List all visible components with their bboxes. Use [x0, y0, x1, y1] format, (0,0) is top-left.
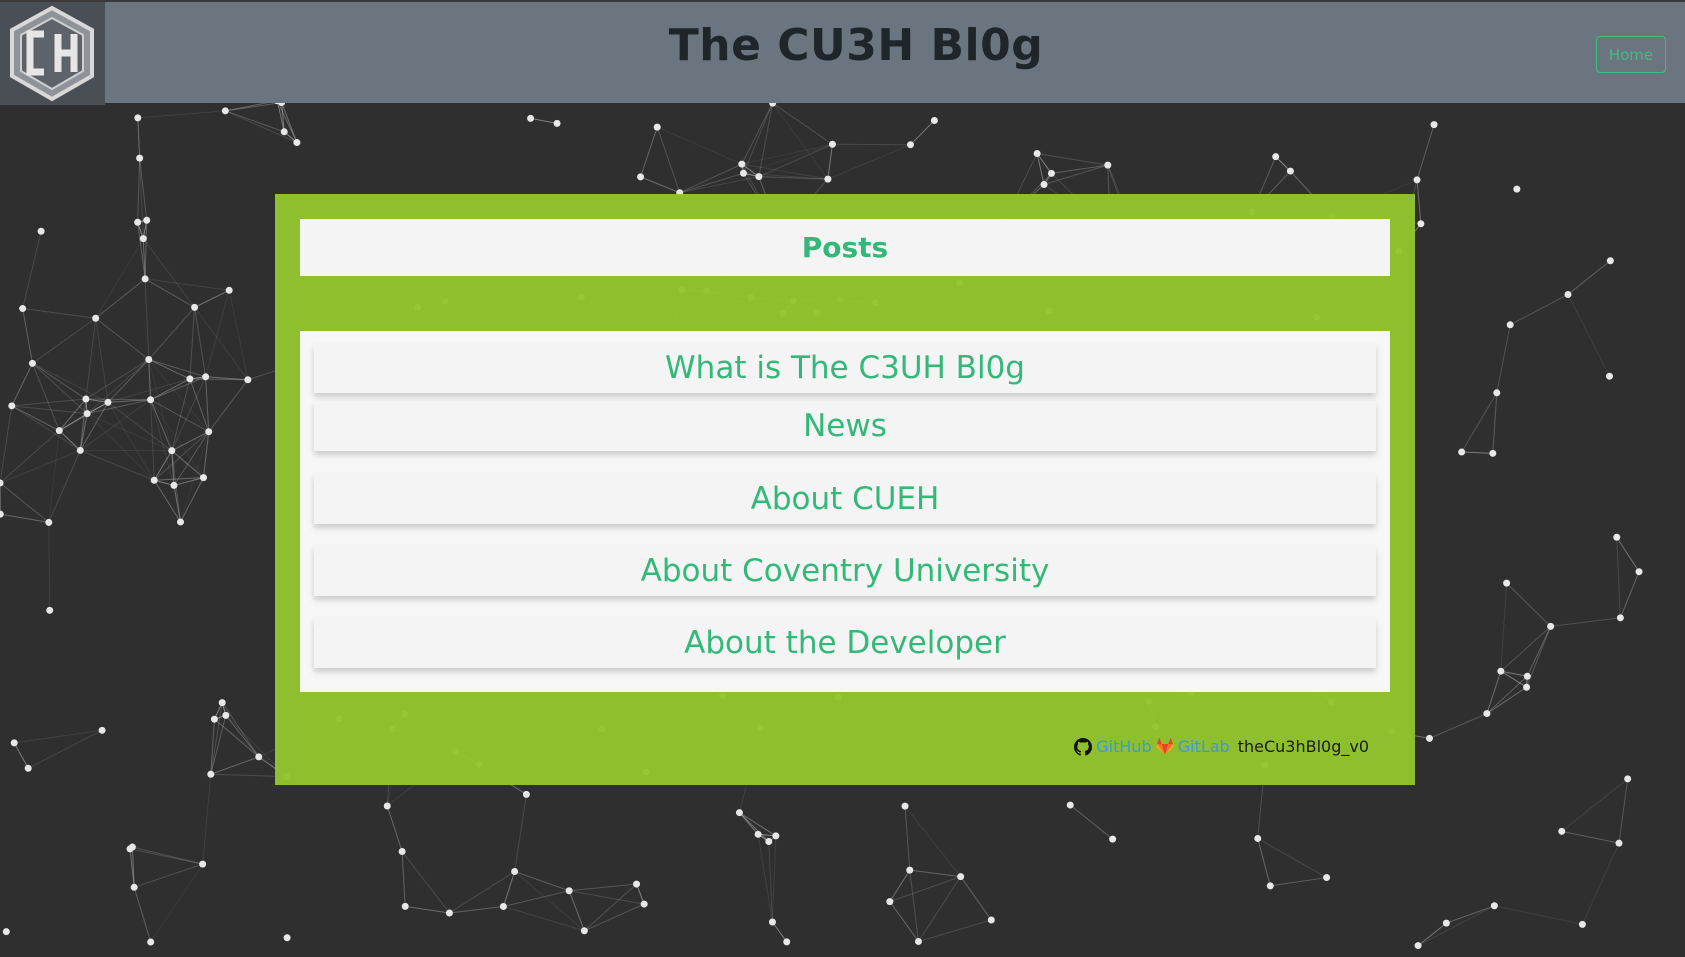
post-link-news[interactable]: News [314, 401, 1376, 451]
github-link[interactable]: GitHub [1096, 737, 1151, 756]
posts-heading: Posts [300, 219, 1390, 276]
site-title: The CU3H Bl0g [668, 20, 1044, 71]
post-link-what-is-blog[interactable]: What is The C3UH Bl0g [314, 343, 1376, 393]
github-icon [1074, 737, 1093, 756]
version-label: theCu3hBl0g_v0 [1237, 737, 1369, 756]
panel-footer: GitHub GitLab theCu3hBl0g_v0 [1074, 737, 1369, 756]
posts-panel: Posts What is The C3UH Bl0g News About C… [275, 194, 1415, 785]
gitlab-link[interactable]: GitLab [1178, 737, 1230, 756]
post-link-about-coventry[interactable]: About Coventry University [314, 546, 1376, 596]
site-header: The CU3H Bl0g Home [0, 0, 1685, 105]
post-link-about-developer[interactable]: About the Developer [314, 618, 1376, 668]
gitlab-icon [1156, 737, 1174, 754]
home-button[interactable]: Home [1596, 36, 1666, 73]
post-link-about-cueh[interactable]: About CUEH [314, 474, 1376, 524]
posts-list: What is The C3UH Bl0g News About CUEH Ab… [300, 331, 1390, 692]
